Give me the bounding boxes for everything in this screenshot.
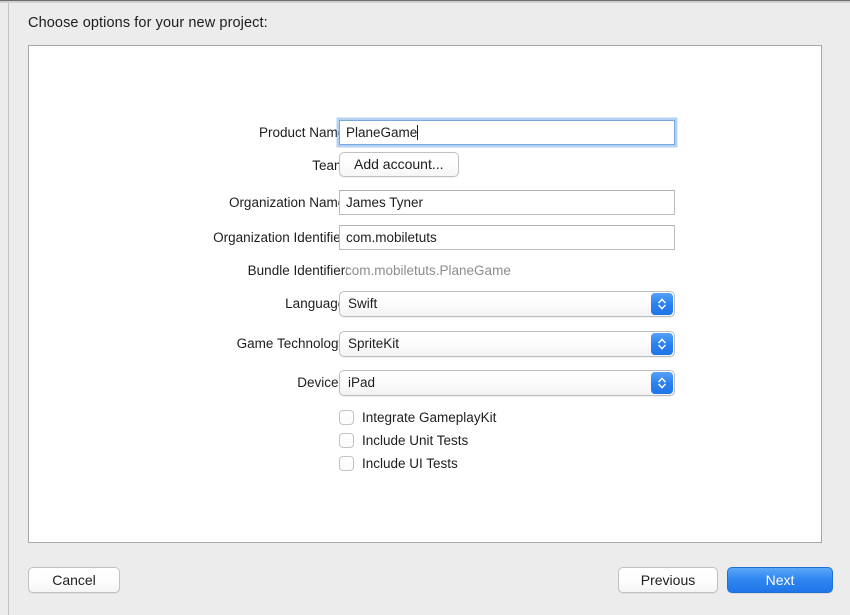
new-project-options-dialog: Choose options for your new project: Pro… [0,0,850,615]
checkbox-label: Integrate GameplayKit [362,410,497,425]
game-technology-select[interactable]: SpriteKit [339,331,675,357]
field-row-organization-name: Organization Name: James Tyner [29,189,823,217]
label-game-technology: Game Technology: [236,336,349,351]
language-select[interactable]: Swift [339,291,675,317]
checkbox-box[interactable] [339,410,354,425]
devices-select[interactable]: iPad [339,370,675,396]
chevron-updown-icon[interactable] [651,293,673,315]
add-account-button[interactable]: Add account... [339,152,459,177]
checkbox-box[interactable] [339,456,354,471]
checkbox-box[interactable] [339,433,354,448]
organization-name-input[interactable]: James Tyner [339,190,675,215]
language-selected-value: Swift [348,296,378,311]
field-row-language: Language: Swift [29,290,823,318]
label-organization-identifier: Organization Identifier: [213,230,349,245]
chevron-updown-icon[interactable] [651,372,673,394]
next-button[interactable]: Next [727,567,833,593]
game-technology-selected-value: SpriteKit [348,336,400,351]
bundle-identifier-value: com.mobiletuts.PlaneGame [345,263,511,278]
checkbox-label: Include Unit Tests [362,433,469,448]
label-product-name: Product Name: [258,125,349,140]
cancel-button[interactable]: Cancel [28,567,120,593]
label-organization-name: Organization Name: [228,195,349,210]
page-title: Choose options for your new project: [28,15,268,31]
label-devices: Devices: [297,375,349,390]
field-row-game-technology: Game Technology: SpriteKit [29,330,823,358]
options-panel: Product Name: PlaneGame Team: Add accoun… [28,45,822,543]
product-name-value: PlaneGame [346,125,418,140]
devices-selected-value: iPad [348,375,376,390]
label-language: Language: [285,296,349,311]
chevron-updown-icon[interactable] [651,333,673,355]
field-row-product-name: Product Name: PlaneGame [29,119,823,147]
window-top-edge [0,0,850,3]
checkbox-label: Include UI Tests [362,456,458,471]
product-name-input[interactable]: PlaneGame [339,120,675,145]
field-row-organization-identifier: Organization Identifier: com.mobiletuts [29,224,823,252]
label-bundle-identifier: Bundle Identifier: [247,263,349,278]
label-team: Team: [312,158,349,173]
field-row-bundle-identifier: Bundle Identifier: com.mobiletuts.PlaneG… [29,257,823,285]
window-left-edge [8,3,9,615]
text-caret [417,125,419,140]
previous-button[interactable]: Previous [618,567,718,593]
field-row-devices: Devices: iPad [29,369,823,397]
organization-identifier-input[interactable]: com.mobiletuts [339,225,675,250]
field-row-team: Team: Add account... [29,152,823,180]
